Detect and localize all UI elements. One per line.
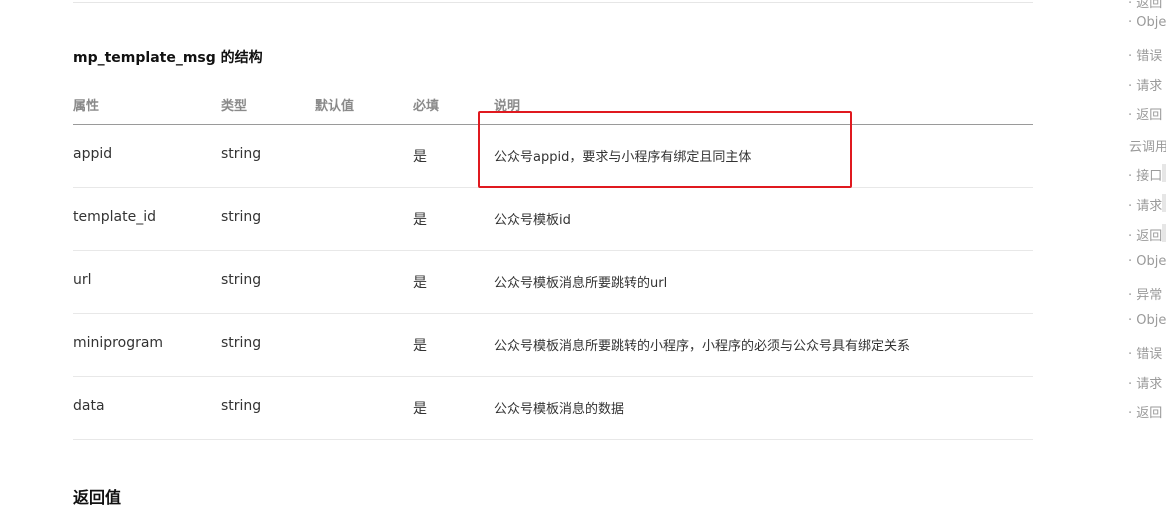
table-row: url string 是 公众号模板消息所要跳转的url [73, 251, 1033, 314]
toc-item[interactable]: 返回 [1128, 402, 1166, 421]
header-default: 默认值 [315, 99, 355, 114]
table-row: miniprogram string 是 公众号模板消息所要跳转的小程序，小程序… [73, 314, 1033, 377]
toc-item[interactable]: 请求 [1128, 195, 1166, 214]
toc-item[interactable]: 错误 [1128, 343, 1166, 362]
cell-name: url [73, 272, 92, 288]
toc-item[interactable]: 返回 [1128, 104, 1166, 123]
toc-item[interactable]: 接口 [1128, 165, 1166, 184]
cell-required: 是 [413, 149, 427, 165]
header-required: 必填 [413, 99, 440, 114]
toc-scroll-marker [1162, 194, 1166, 212]
cell-type: string [221, 272, 262, 288]
toc-item[interactable]: Obje [1128, 254, 1166, 269]
cell-type: string [221, 146, 262, 162]
cell-required: 是 [413, 401, 427, 417]
cell-type: string [221, 209, 262, 225]
toc-item[interactable]: 请求 [1128, 373, 1166, 392]
toc-item[interactable]: 异常 [1128, 284, 1166, 303]
cell-type: string [221, 398, 262, 414]
cell-name: template_id [73, 209, 156, 225]
header-attribute: 属性 [73, 99, 100, 114]
cell-name: data [73, 398, 105, 414]
cell-type: string [221, 335, 262, 351]
table-row: data string 是 公众号模板消息的数据 [73, 377, 1033, 440]
toc-item[interactable]: 错误 [1128, 45, 1166, 64]
section-title: mp_template_msg 的结构 [73, 50, 263, 66]
top-divider [73, 2, 1033, 3]
toc-item[interactable]: 请求 [1128, 75, 1166, 94]
toc-item[interactable]: Obje [1128, 15, 1166, 30]
header-type: 类型 [221, 99, 248, 114]
toc-item[interactable]: 返回 [1128, 225, 1166, 244]
toc-scroll-marker [1162, 164, 1166, 182]
toc-item[interactable]: Obje [1128, 313, 1166, 328]
highlight-annotation-box [478, 111, 852, 188]
cell-required: 是 [413, 275, 427, 291]
toc-scroll-marker [1162, 224, 1166, 242]
return-value-title: 返回值 [73, 488, 122, 507]
cell-required: 是 [413, 212, 427, 228]
cell-description: 公众号模板消息的数据 [494, 402, 625, 417]
toc-item[interactable]: 返回 [1128, 0, 1166, 11]
cell-description: 公众号模板消息所要跳转的小程序，小程序的必须与公众号具有绑定关系 [494, 339, 911, 354]
table-row: template_id string 是 公众号模板id [73, 188, 1033, 251]
cell-description: 公众号模板消息所要跳转的url [494, 276, 668, 291]
cell-name: miniprogram [73, 335, 164, 351]
cell-name: appid [73, 146, 113, 162]
cell-description: 公众号模板id [494, 213, 571, 228]
toc-group[interactable]: 云调用 [1129, 136, 1166, 155]
cell-required: 是 [413, 338, 427, 354]
